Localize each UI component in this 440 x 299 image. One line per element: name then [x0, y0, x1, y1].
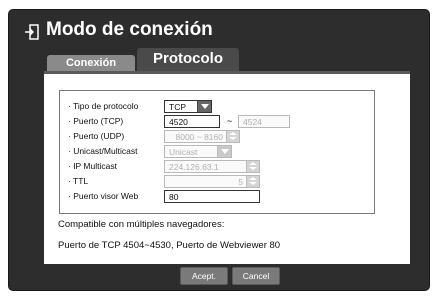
info-ports: Puerto de TCP 4504~4530, Puerto de Webvi…	[58, 240, 281, 251]
web-viewer-port-input[interactable]: 80	[164, 190, 260, 203]
button-bar: Acept. Cancel	[9, 261, 429, 290]
tab-conexion[interactable]: Conexión	[47, 55, 135, 71]
spinner-icon	[246, 161, 259, 172]
tab-protocolo[interactable]: Protocolo	[137, 48, 239, 71]
settings-form: · Tipo de protocolo TCP · Puerto (TCP) 4…	[59, 90, 375, 214]
udp-port-value: 8000 ~ 8160	[175, 132, 223, 142]
info-browsers: Compatible con múltiples navegadores:	[58, 219, 225, 230]
accept-button[interactable]: Acept.	[180, 267, 228, 285]
spinner-icon	[246, 176, 259, 187]
protocol-type-value: TCP	[169, 102, 186, 112]
ttl-value: 5	[238, 177, 243, 187]
unicast-multicast-label: · Unicast/Multicast	[68, 146, 138, 156]
ttl-label: · TTL	[68, 176, 89, 186]
protocol-panel: · Tipo de protocolo TCP · Puerto (TCP) 4…	[44, 71, 410, 264]
ip-multicast-field: 224.126.63.1	[164, 160, 260, 173]
unicast-multicast-select: Unicast	[164, 145, 232, 158]
tcp-port-label: · Puerto (TCP)	[68, 116, 124, 126]
tcp-port-input[interactable]: 4520	[164, 115, 220, 128]
udp-port-field: 8000 ~ 8160	[164, 130, 240, 143]
ip-multicast-value: 224.126.63.1	[169, 162, 219, 172]
chevron-down-icon	[217, 146, 231, 157]
spinner-icon	[226, 131, 239, 142]
unicast-multicast-value: Unicast	[169, 147, 198, 157]
connection-mode-window: Modo de conexión Conexión Protocolo · Ti…	[9, 10, 429, 290]
ip-multicast-label: · IP Multicast	[68, 161, 117, 171]
ttl-field: 5	[164, 175, 260, 188]
tcp-port-end-field: 4524	[238, 115, 290, 128]
protocol-type-label: · Tipo de protocolo	[68, 101, 139, 111]
web-viewer-port-label: · Puerto visor Web	[68, 191, 139, 201]
udp-port-label: · Puerto (UDP)	[68, 131, 125, 141]
window-title: Modo de conexión	[46, 19, 213, 40]
chevron-down-icon	[197, 101, 211, 112]
login-arrow-icon	[25, 24, 39, 40]
port-range-separator: ~	[227, 116, 233, 126]
protocol-type-select[interactable]: TCP	[164, 100, 212, 113]
cancel-button[interactable]: Cancel	[232, 267, 280, 285]
